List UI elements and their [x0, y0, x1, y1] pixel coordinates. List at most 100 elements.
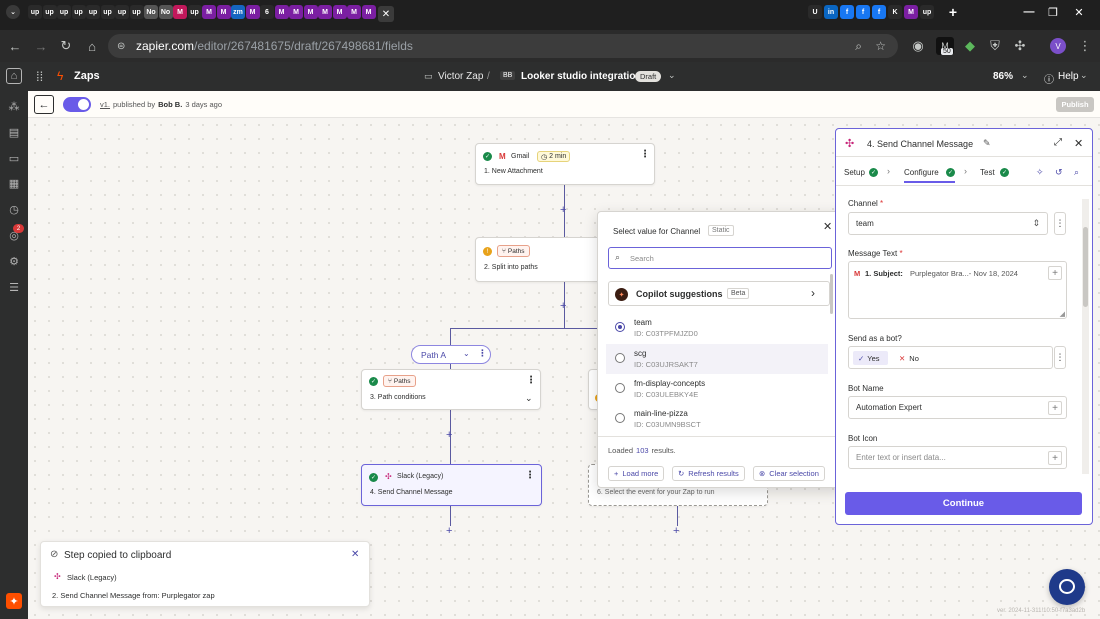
- maximize-icon[interactable]: ❐: [1046, 5, 1060, 19]
- option-radio[interactable]: [615, 322, 625, 332]
- browser-tab[interactable]: up: [129, 5, 144, 19]
- browser-tab[interactable]: up: [920, 5, 934, 19]
- version-link[interactable]: v1.: [100, 100, 110, 109]
- step-4-menu-icon[interactable]: ⋮: [525, 470, 535, 481]
- browser-tab[interactable]: M: [216, 5, 231, 19]
- browser-tab[interactable]: M: [202, 5, 216, 19]
- copilot-rail-icon[interactable]: ✦: [6, 593, 22, 609]
- options-scrollbar[interactable]: [830, 274, 833, 314]
- new-tab-icon[interactable]: +: [946, 4, 960, 20]
- copilot-suggestions-row[interactable]: ✦ Copilot suggestions Beta ›: [608, 281, 830, 306]
- option-radio[interactable]: [615, 413, 625, 423]
- extension-green-icon[interactable]: ◆: [961, 37, 979, 55]
- step-3-expand-chevron-icon[interactable]: ⌄: [525, 393, 533, 404]
- folder-name[interactable]: Victor Zap: [438, 71, 483, 82]
- browser-tab[interactable]: up: [187, 5, 202, 19]
- screenshot-icon[interactable]: ◉: [909, 37, 927, 55]
- chat-rail-icon[interactable]: ▭: [6, 150, 22, 166]
- browser-tab[interactable]: M: [289, 5, 303, 19]
- help-icon[interactable]: ⓘ: [1044, 71, 1054, 86]
- option-radio[interactable]: [615, 383, 625, 393]
- resize-handle-icon[interactable]: ◢: [1060, 310, 1065, 318]
- settings-rail-icon[interactable]: ⚙: [6, 253, 22, 269]
- channel-search-input[interactable]: ⌕ Search: [608, 247, 832, 269]
- add-step-plus-icon[interactable]: +: [560, 301, 566, 312]
- step-3-menu-icon[interactable]: ⋮: [526, 375, 536, 386]
- zoom-icon[interactable]: ⌕: [855, 39, 862, 54]
- add-step-plus-icon[interactable]: +: [446, 430, 452, 441]
- bot-name-field[interactable]: Automation Expert +: [848, 396, 1067, 419]
- back-icon[interactable]: ←: [6, 37, 24, 55]
- tab-search-icon[interactable]: ⌄: [6, 5, 20, 19]
- browser-tab[interactable]: M: [347, 5, 361, 19]
- add-step-plus-icon[interactable]: +: [560, 205, 566, 216]
- panel-close-icon[interactable]: ✕: [1074, 137, 1083, 150]
- address-bar[interactable]: ⊜ zapier.com/editor/267481675/draft/2674…: [108, 34, 898, 58]
- search-icon[interactable]: ⌕: [1074, 167, 1079, 178]
- path-a-menu-icon[interactable]: ⋮: [478, 348, 487, 359]
- app-name[interactable]: Zaps: [74, 70, 100, 82]
- bot-options-icon[interactable]: ⋮: [1054, 346, 1066, 369]
- browser-tab[interactable]: up: [57, 5, 71, 19]
- edit-pencil-icon[interactable]: ✎: [983, 138, 991, 149]
- path-a-chevron-icon[interactable]: ⌄: [463, 349, 470, 358]
- minimize-icon[interactable]: —: [1022, 5, 1036, 19]
- browser-menu-icon[interactable]: ⋮: [1076, 37, 1094, 55]
- browser-tab[interactable]: 6: [260, 5, 274, 19]
- browser-tab[interactable]: M: [173, 5, 187, 19]
- browser-tab[interactable]: M: [361, 5, 376, 19]
- browser-tab[interactable]: up: [86, 5, 100, 19]
- browser-tab[interactable]: up: [42, 5, 57, 19]
- browser-tab[interactable]: zm: [231, 5, 245, 19]
- bot-icon-field[interactable]: Enter text or insert data... +: [848, 446, 1067, 469]
- calendar-rail-icon[interactable]: ▦: [6, 175, 22, 191]
- message-text-field[interactable]: M 1. Subject: Purplegator Bra...- Nov 18…: [848, 261, 1067, 319]
- popup-close-icon[interactable]: ✕: [823, 220, 832, 233]
- bookmark-star-icon[interactable]: ☆: [875, 39, 886, 53]
- expand-icon[interactable]: ⤢: [1054, 137, 1062, 148]
- profile-avatar[interactable]: V: [1050, 38, 1066, 54]
- app-grid-icon[interactable]: ⁞⁞: [36, 69, 43, 84]
- help-chevron-icon[interactable]: ⌄: [1080, 70, 1088, 81]
- channel-select[interactable]: team ⇕: [848, 212, 1048, 235]
- channel-option[interactable]: team ID: C03TPFMJZD0: [606, 313, 828, 343]
- site-info-icon[interactable]: ⊜: [117, 41, 125, 52]
- zoom-chevron-icon[interactable]: ⌄: [1021, 70, 1029, 81]
- zap-on-toggle[interactable]: [63, 97, 91, 112]
- step-1-card[interactable]: ✓ M Gmail ◷ 2 min ⋮ 1. New Attachment: [475, 143, 655, 185]
- home-rail-icon[interactable]: ⌂: [6, 68, 22, 84]
- continue-button[interactable]: Continue: [845, 492, 1082, 515]
- forward-icon[interactable]: →: [32, 37, 50, 55]
- load-more-button[interactable]: + Load more: [608, 466, 665, 481]
- panel-scrollbar-track[interactable]: [1082, 199, 1089, 474]
- browser-tab[interactable]: M: [318, 5, 332, 19]
- browser-tab[interactable]: M: [332, 5, 347, 19]
- zoom-level[interactable]: 86%: [993, 71, 1013, 82]
- browser-tab[interactable]: M: [245, 5, 260, 19]
- no-option[interactable]: ✕ No: [899, 351, 919, 365]
- browser-tab[interactable]: M: [904, 5, 918, 19]
- refresh-results-button[interactable]: ↻ Refresh results: [672, 466, 745, 481]
- publish-button[interactable]: Publish: [1056, 97, 1094, 112]
- help-label[interactable]: Help: [1058, 71, 1079, 82]
- ai-sparkle-icon[interactable]: ✧: [1036, 167, 1044, 178]
- browser-tab[interactable]: f: [872, 5, 886, 19]
- browser-tab[interactable]: K: [888, 5, 902, 19]
- channel-option[interactable]: main-line-pizza ID: C03UMN9BSCT: [606, 404, 828, 434]
- clear-selection-button[interactable]: ⊗ Clear selection: [753, 466, 825, 481]
- zaps-rail-icon[interactable]: ▤: [6, 124, 22, 140]
- step-4-card[interactable]: ✓ ✣ Slack (Legacy) ⋮ 4. Send Channel Mes…: [361, 464, 542, 506]
- browser-tab[interactable]: f: [856, 5, 870, 19]
- undo-icon[interactable]: ↺: [1055, 167, 1063, 178]
- tab-setup[interactable]: Setup: [844, 168, 865, 177]
- insert-data-plus-icon[interactable]: +: [1048, 401, 1062, 415]
- history-rail-icon[interactable]: ◷: [6, 201, 22, 217]
- browser-tab[interactable]: up: [71, 5, 86, 19]
- extensions-puzzle-icon[interactable]: ✣: [1011, 37, 1029, 55]
- channel-option[interactable]: scg ID: C03UJRSAKT7: [606, 344, 828, 374]
- channel-option[interactable]: fm-display-concepts ID: C03ULEBKY4E: [606, 374, 828, 404]
- channel-options-icon[interactable]: ⋮: [1054, 212, 1066, 235]
- browser-tab[interactable]: f: [840, 5, 854, 19]
- browser-tab[interactable]: up: [28, 5, 42, 19]
- add-step-plus-icon[interactable]: +: [673, 526, 679, 537]
